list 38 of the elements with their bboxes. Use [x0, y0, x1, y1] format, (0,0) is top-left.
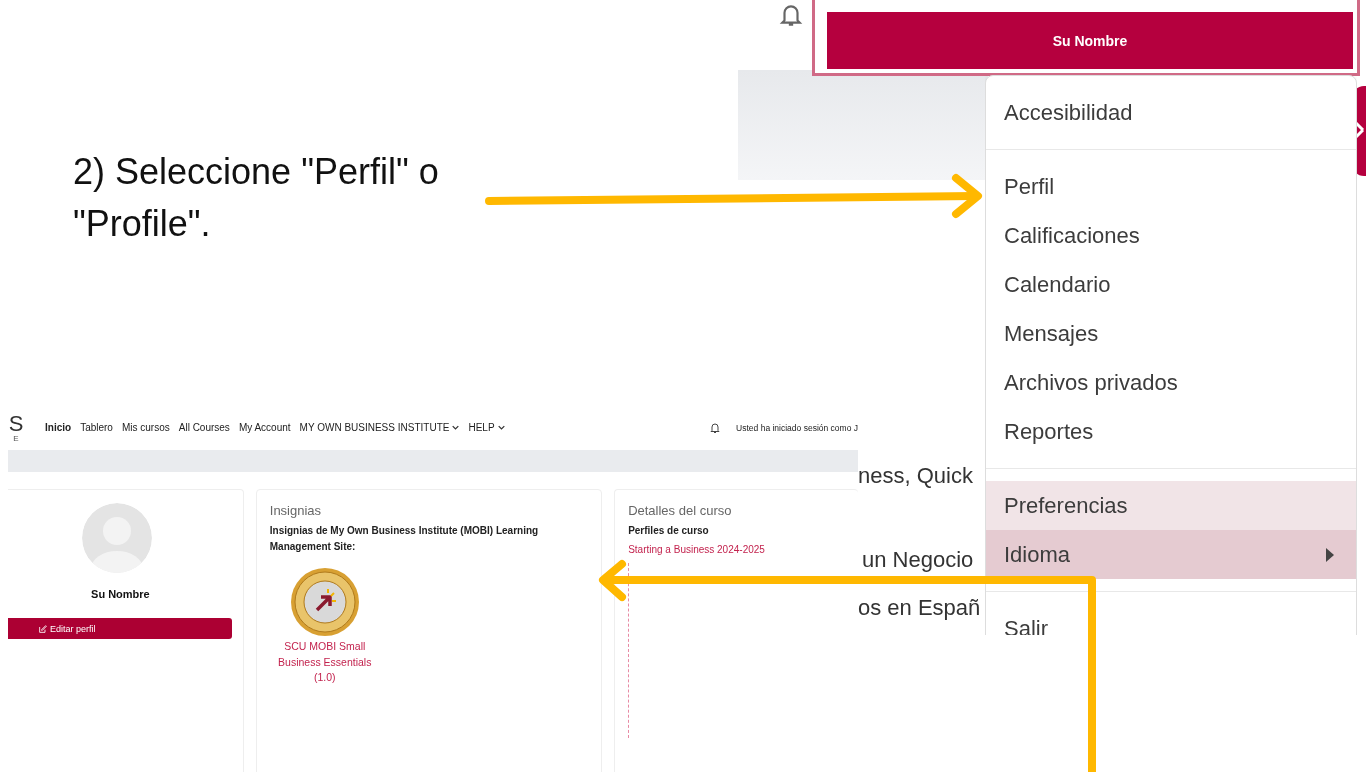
- menu-item[interactable]: Preferencias: [986, 481, 1356, 530]
- menu-item[interactable]: Mensajes: [986, 309, 1356, 358]
- nav-link[interactable]: All Courses: [178, 422, 230, 433]
- menu-item[interactable]: Idioma: [986, 530, 1356, 579]
- edit-icon: [39, 624, 47, 633]
- user-name-button[interactable]: Su Nombre: [827, 12, 1353, 69]
- avatar-icon: [82, 503, 153, 573]
- course-link[interactable]: Starting a Business 2024-2025: [628, 544, 845, 555]
- card-heading: Insignias de My Own Business Institute (MOBI) Learning Management Site:: [269, 524, 540, 554]
- card-title: Insignias: [269, 503, 323, 518]
- card-title: Detalles del curso: [628, 503, 733, 518]
- bell-icon[interactable]: [709, 421, 722, 434]
- page-text: ness, Quick: [858, 463, 973, 489]
- menu-item[interactable]: Archivos privados: [986, 358, 1356, 407]
- medal-icon[interactable]: [289, 567, 360, 637]
- menu-item[interactable]: Reportes: [986, 407, 1356, 456]
- nav-link[interactable]: HELP: [468, 422, 505, 433]
- nav-link[interactable]: My Account: [238, 422, 291, 433]
- page-text: un Negocio: [862, 547, 974, 573]
- logo-letter[interactable]: S: [8, 412, 24, 435]
- login-status: Usted ha iniciado sesión como J: [736, 422, 858, 433]
- logo-letter[interactable]: E: [13, 434, 19, 443]
- card-heading: Perfiles de curso: [628, 524, 710, 538]
- nav-link[interactable]: Inicio: [45, 422, 72, 433]
- nav-link[interactable]: Mis cursos: [121, 422, 170, 433]
- edit-profile-button[interactable]: Editar perfil: [8, 618, 232, 639]
- menu-item[interactable]: Perfil: [986, 162, 1356, 211]
- nav-link[interactable]: MY OWN BUSINESS INSTITUTE: [299, 422, 460, 433]
- instruction-text: 2) Seleccione "Perfil" o "Profile".: [73, 150, 440, 246]
- menu-item[interactable]: Accesibilidad: [986, 88, 1356, 137]
- page-text: os en Españ: [858, 595, 981, 621]
- menu-item[interactable]: Calificaciones: [986, 211, 1356, 260]
- badge-link[interactable]: SCU MOBI Small Business Essentials (1.0): [274, 639, 375, 686]
- user-name: Su Nombre: [91, 588, 150, 600]
- menu-item[interactable]: Calendario: [986, 260, 1356, 309]
- menu-item[interactable]: Salir: [986, 604, 1356, 635]
- nav-link[interactable]: Tablero: [80, 422, 113, 433]
- bell-icon[interactable]: [778, 2, 804, 28]
